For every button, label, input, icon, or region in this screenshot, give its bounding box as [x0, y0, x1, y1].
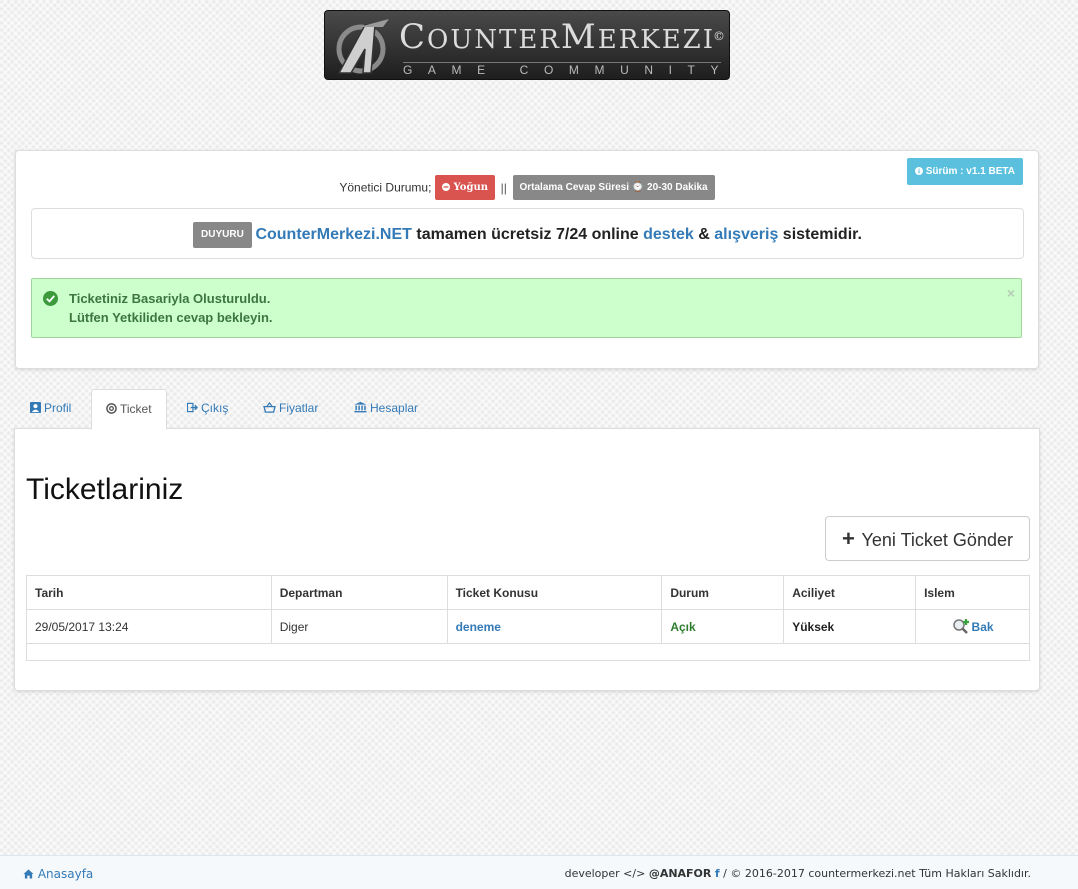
developer-name: @ANAFOR: [648, 867, 712, 880]
admin-status-label: Yönetici Durumu;: [339, 180, 432, 195]
alert-message-line2: Lütfen Yetkiliden cevap bekleyin.: [69, 310, 273, 325]
alert-close-button[interactable]: ×: [1007, 285, 1015, 301]
admin-status-row: Yönetici Durumu; Yoğun || Ortalama Cevap…: [16, 175, 1038, 200]
table-header-row: Tarih Departman Ticket Konusu Durum Acil…: [26, 575, 1030, 610]
logo-subtitle: GAME COMMUNITY: [403, 62, 730, 77]
table-empty-row: [26, 643, 1030, 661]
zoom-in-icon: [952, 619, 969, 634]
ticket-status: Açık: [661, 609, 785, 644]
new-ticket-button[interactable]: + Yeni Ticket Gönder: [825, 516, 1030, 561]
column-header: Islem: [915, 575, 1030, 610]
bank-icon: [354, 401, 367, 413]
ticket-department: Diger: [270, 609, 448, 644]
status-separator: ||: [500, 180, 507, 195]
ticket-subject-link[interactable]: deneme: [446, 609, 663, 644]
minus-circle-icon: [442, 183, 451, 191]
announcement-text: CounterMerkezi.NET tamamen ücretsiz 7/24…: [255, 226, 862, 244]
ticket-panel: Ticketlariniz + Yeni Ticket Gönder Tarih…: [14, 428, 1040, 691]
basket-icon: [263, 402, 276, 413]
tickets-table: Tarih Departman Ticket Konusu Durum Acil…: [26, 575, 1030, 661]
site-logo[interactable]: COUNTERMERKEZI © GAME COMMUNITY: [324, 10, 730, 80]
table-row: 29/05/2017 13:24 Diger deneme Açık Yükse…: [26, 609, 1030, 644]
success-alert: Ticketiniz Basariyla Olusturuldu. Lütfen…: [31, 278, 1022, 338]
tab-hesaplar[interactable]: Hesaplar: [340, 389, 432, 429]
sign-out-icon: [187, 402, 198, 413]
announcement-shop-link[interactable]: alışveriş: [714, 226, 778, 243]
check-circle-icon: [43, 291, 58, 306]
response-time-badge: Ortalama Cevap Süresi ⌚ 20-30 Dakika: [512, 175, 715, 200]
tab-ticket[interactable]: Ticket: [91, 389, 167, 430]
page-title: Ticketlariniz: [26, 473, 184, 506]
footer: Anasayfa developer </> @ANAFOR f / © 201…: [0, 855, 1078, 889]
footer-home-link[interactable]: Anasayfa: [23, 867, 93, 881]
admin-status-badge: Yoğun: [435, 175, 496, 200]
logo-copyright: ©: [713, 29, 725, 43]
ticket-action-cell: Bak: [915, 609, 1030, 644]
tab-profil[interactable]: Profil: [16, 389, 85, 429]
user-icon: [30, 402, 41, 413]
column-header: Durum: [661, 575, 785, 610]
tab-cikis[interactable]: Çıkış: [173, 389, 242, 429]
footer-copyright: / © 2016-2017 countermerkezi.net Tüm Hak…: [719, 867, 1031, 880]
info-icon: [914, 167, 923, 175]
logo-emblem-icon: [336, 19, 389, 74]
announcement-tag: DUYURU: [193, 221, 252, 248]
column-header: Aciliyet: [783, 575, 917, 610]
tab-fiyatlar[interactable]: Fiyatlar: [249, 389, 332, 429]
lifebuoy-icon: [106, 403, 117, 414]
announcement-box: DUYURU CounterMerkezi.NET tamamen ücrets…: [31, 208, 1024, 259]
plus-icon: +: [842, 526, 855, 551]
home-icon: [23, 869, 34, 879]
view-ticket-link[interactable]: Bak: [952, 619, 994, 634]
footer-credits: developer </> @ANAFOR f / © 2016-2017 co…: [564, 867, 1031, 880]
ticket-date: 29/05/2017 13:24: [26, 609, 272, 644]
column-header: Tarih: [26, 575, 272, 610]
announcement-support-link[interactable]: destek: [643, 226, 694, 243]
alert-message-line1: Ticketiniz Basariyla Olusturuldu.: [69, 291, 271, 306]
announcement-site-link[interactable]: CounterMerkezi.NET: [255, 226, 411, 243]
status-panel: Sürüm : v1.1 BETA Yönetici Durumu; Yoğun…: [15, 150, 1039, 369]
ticket-priority: Yüksek: [783, 609, 917, 644]
logo-title: COUNTERMERKEZI: [399, 17, 716, 57]
column-header: Departman: [270, 575, 448, 610]
column-header: Ticket Konusu: [446, 575, 663, 610]
